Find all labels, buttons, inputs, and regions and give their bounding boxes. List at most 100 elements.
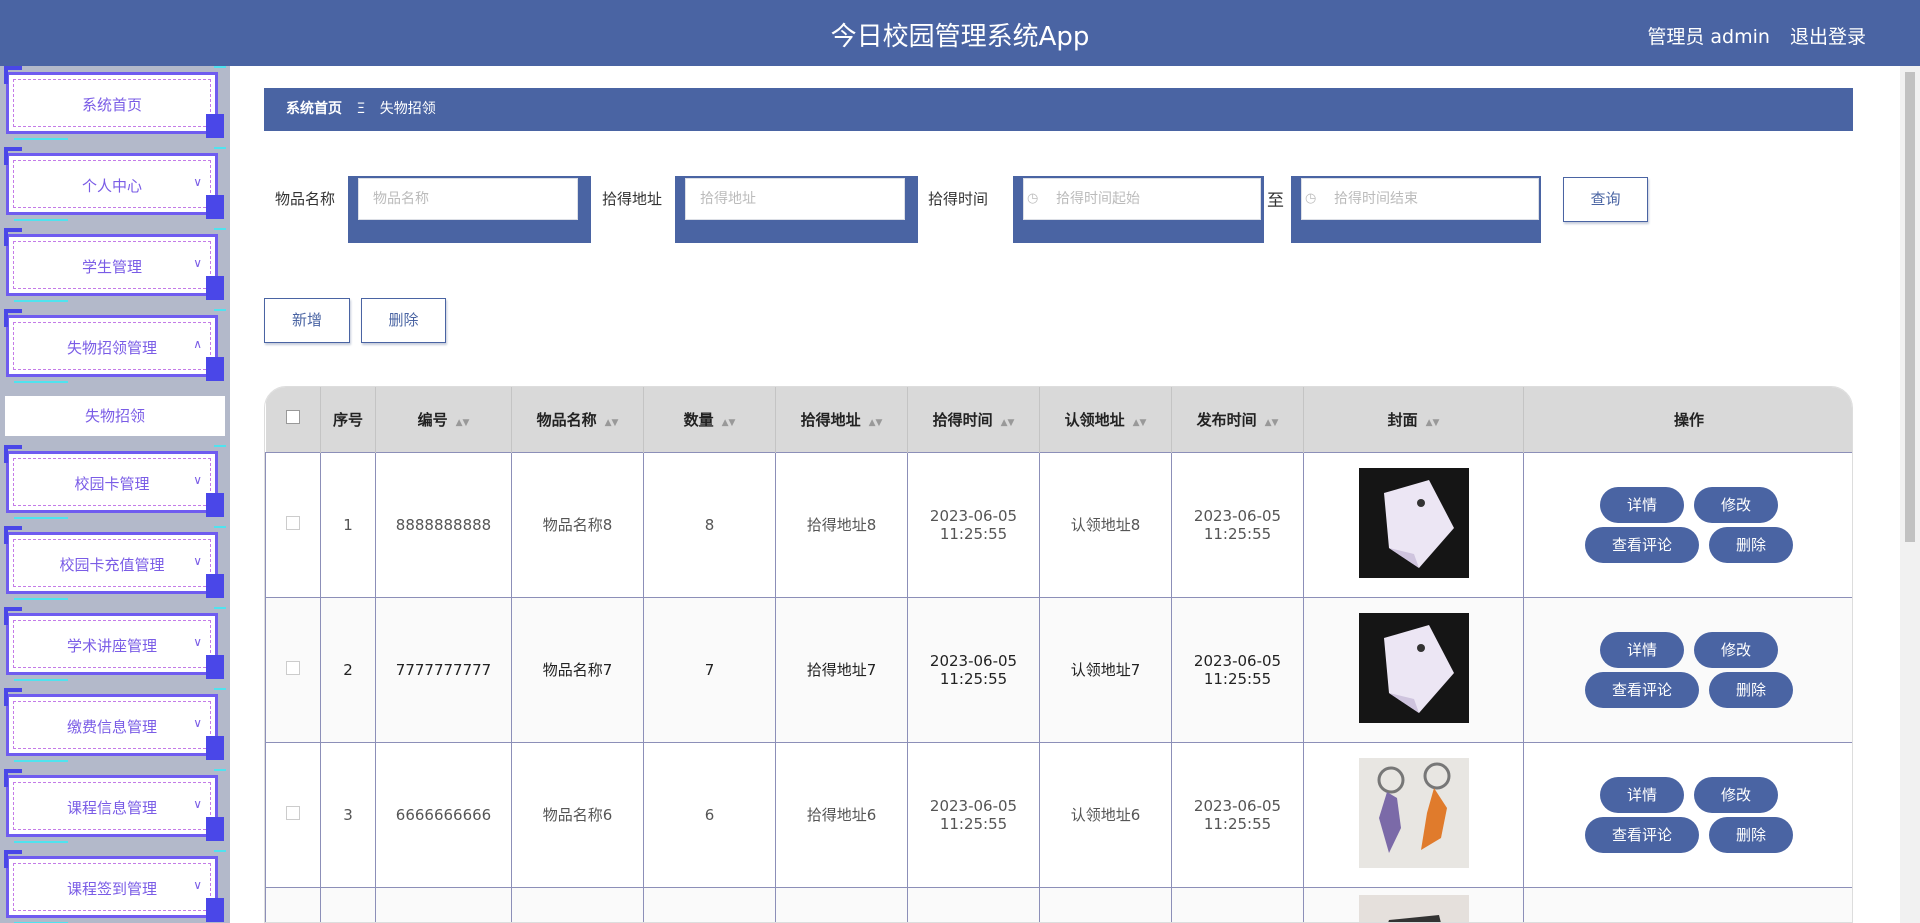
chevron-down-icon: ∨ — [193, 878, 202, 892]
column-header[interactable]: 物品名称 ▲▼ — [511, 387, 644, 452]
item-name-label: 物品名称 — [275, 190, 336, 208]
row-checkbox[interactable] — [286, 805, 300, 820]
sidebar-item-label: 失物招领管理 — [66, 339, 157, 357]
sidebar-item-course-management[interactable]: 课程信息管理 ∨ — [4, 769, 226, 843]
date-range-separator: 至 — [1267, 191, 1284, 211]
edit-button[interactable]: 修改 — [1694, 631, 1778, 668]
column-header[interactable]: 拾得时间 ▲▼ — [907, 387, 1040, 452]
sidebar-subitem-lost-found[interactable]: 失物招领 — [5, 396, 225, 436]
column-header[interactable]: 编号 ▲▼ — [375, 387, 512, 452]
sidebar: 系统首页 个人中心 ∨ 学生管理 ∨ 失物招领管理 ∧ 失物招领 校园卡管理 ∨… — [0, 66, 230, 923]
row-item-name: 物品名称7 — [511, 596, 644, 743]
chevron-down-icon: ∨ — [193, 175, 202, 189]
row-found-address: 拾得地址8 — [775, 451, 908, 598]
row-item-name: 物品名称8 — [511, 451, 644, 598]
table-row — [265, 886, 1852, 923]
edit-button[interactable]: 修改 — [1694, 486, 1778, 523]
column-header[interactable]: 发布时间 ▲▼ — [1171, 387, 1304, 452]
cover-image[interactable] — [1358, 467, 1469, 578]
column-header[interactable]: 封面 ▲▼ — [1303, 387, 1524, 452]
found-address-input[interactable] — [685, 178, 905, 220]
item-name-input[interactable] — [358, 178, 578, 220]
row-publish-time: 2023-06-05 11:25:55 — [1171, 741, 1304, 888]
batch-delete-button[interactable]: 删除 — [361, 298, 446, 343]
sidebar-item-label: 个人中心 — [81, 177, 142, 195]
sidebar-item-payment-management[interactable]: 缴费信息管理 ∨ — [4, 688, 226, 762]
row-index: 2 — [320, 596, 376, 743]
view-comments-button[interactable]: 查看评论 — [1585, 671, 1699, 708]
row-found-time: 2023-06-05 11:25:55 — [907, 451, 1040, 598]
sidebar-item-personal-center[interactable]: 个人中心 ∨ — [4, 147, 226, 221]
select-all-checkbox[interactable] — [285, 410, 300, 425]
scrollbar-thumb[interactable] — [1905, 72, 1915, 542]
sidebar-item-course-signin-management[interactable]: 课程签到管理 ∨ — [4, 850, 226, 923]
cover-image[interactable] — [1358, 757, 1469, 868]
sidebar-item-label: 系统首页 — [81, 96, 142, 114]
query-button[interactable]: 查询 — [1563, 177, 1648, 222]
row-found-time: 2023-06-05 11:25:55 — [907, 596, 1040, 743]
edit-button[interactable]: 修改 — [1694, 776, 1778, 813]
breadcrumb-separator-icon: Ξ — [356, 101, 366, 117]
sidebar-item-label: 学生管理 — [81, 258, 142, 276]
table-row: 3 6666666666 物品名称6 6 拾得地址6 2023-06-05 11… — [265, 741, 1852, 888]
found-time-start-input[interactable] — [1023, 178, 1261, 220]
add-button[interactable]: 新增 — [264, 298, 350, 343]
sidebar-item-label: 缴费信息管理 — [66, 718, 157, 736]
clock-icon: ◷ — [1027, 191, 1039, 206]
column-header[interactable]: 拾得地址 ▲▼ — [775, 387, 908, 452]
sidebar-item-lost-found-management[interactable]: 失物招领管理 ∧ — [4, 309, 226, 383]
sort-icon: ▲▼ — [604, 417, 619, 428]
row-claim-address: 认领地址8 — [1039, 451, 1172, 598]
found-time-end-input[interactable] — [1301, 178, 1539, 220]
logout-link[interactable]: 退出登录 — [1790, 26, 1866, 48]
top-bar: 今日校园管理系统App 管理员 admin 退出登录 — [0, 0, 1920, 66]
item-name-box — [348, 176, 591, 243]
delete-button[interactable]: 删除 — [1709, 671, 1793, 708]
row-claim-address: 认领地址6 — [1039, 741, 1172, 888]
row-checkbox[interactable] — [286, 515, 300, 530]
chevron-down-icon: ∨ — [193, 473, 202, 487]
sidebar-item-lecture-management[interactable]: 学术讲座管理 ∨ — [4, 607, 226, 681]
row-quantity: 7 — [643, 596, 776, 743]
detail-button[interactable]: 详情 — [1600, 486, 1684, 523]
sidebar-item-campus-card-management[interactable]: 校园卡管理 ∨ — [4, 445, 226, 519]
sidebar-item-student-management[interactable]: 学生管理 ∨ — [4, 228, 226, 302]
sidebar-item-label: 课程签到管理 — [66, 880, 157, 898]
breadcrumb-current: 失物招领 — [379, 101, 436, 117]
row-quantity: 8 — [643, 451, 776, 598]
cover-image[interactable] — [1358, 612, 1469, 723]
breadcrumb-home[interactable]: 系统首页 — [286, 101, 342, 117]
sort-icon: ▲▼ — [455, 417, 470, 428]
row-publish-time: 2023-06-05 11:25:55 — [1171, 451, 1304, 598]
sort-icon: ▲▼ — [721, 417, 736, 428]
view-comments-button[interactable]: 查看评论 — [1585, 816, 1699, 853]
row-claim-address: 认领地址7 — [1039, 596, 1172, 743]
column-header[interactable]: 认领地址 ▲▼ — [1039, 387, 1172, 452]
chevron-down-icon: ∨ — [193, 256, 202, 270]
row-index: 3 — [320, 741, 376, 888]
row-code: 8888888888 — [375, 451, 512, 598]
found-time-start-box: ◷ — [1013, 176, 1264, 243]
column-header[interactable]: 数量 ▲▼ — [643, 387, 776, 452]
cover-image[interactable] — [1358, 895, 1469, 923]
detail-button[interactable]: 详情 — [1600, 776, 1684, 813]
row-found-address: 拾得地址7 — [775, 596, 908, 743]
sidebar-item-label: 课程信息管理 — [66, 799, 157, 817]
table-header-row: 序号 编号 ▲▼ 物品名称 ▲▼ 数量 ▲▼ 拾得地址 ▲▼ 拾得时间 ▲▼ 认领地址 ▲▼… — [265, 387, 1852, 452]
page-scrollbar[interactable] — [1900, 66, 1920, 923]
sidebar-item-label: 校园卡充值管理 — [59, 556, 165, 574]
delete-button[interactable]: 删除 — [1709, 816, 1793, 853]
user-name: 管理员 admin — [1647, 26, 1770, 48]
row-found-address: 拾得地址6 — [775, 741, 908, 888]
sidebar-item-home[interactable]: 系统首页 — [4, 66, 226, 140]
detail-button[interactable]: 详情 — [1600, 631, 1684, 668]
row-checkbox[interactable] — [286, 660, 300, 675]
clock-icon: ◷ — [1305, 191, 1317, 206]
row-code: 6666666666 — [375, 741, 512, 888]
row-quantity: 6 — [643, 741, 776, 888]
sidebar-item-card-recharge-management[interactable]: 校园卡充值管理 ∨ — [4, 526, 226, 600]
view-comments-button[interactable]: 查看评论 — [1585, 526, 1699, 563]
table-row: 2 7777777777 物品名称7 7 拾得地址7 2023-06-05 11… — [265, 596, 1852, 743]
found-time-label: 拾得时间 — [928, 190, 989, 208]
delete-button[interactable]: 删除 — [1709, 526, 1793, 563]
